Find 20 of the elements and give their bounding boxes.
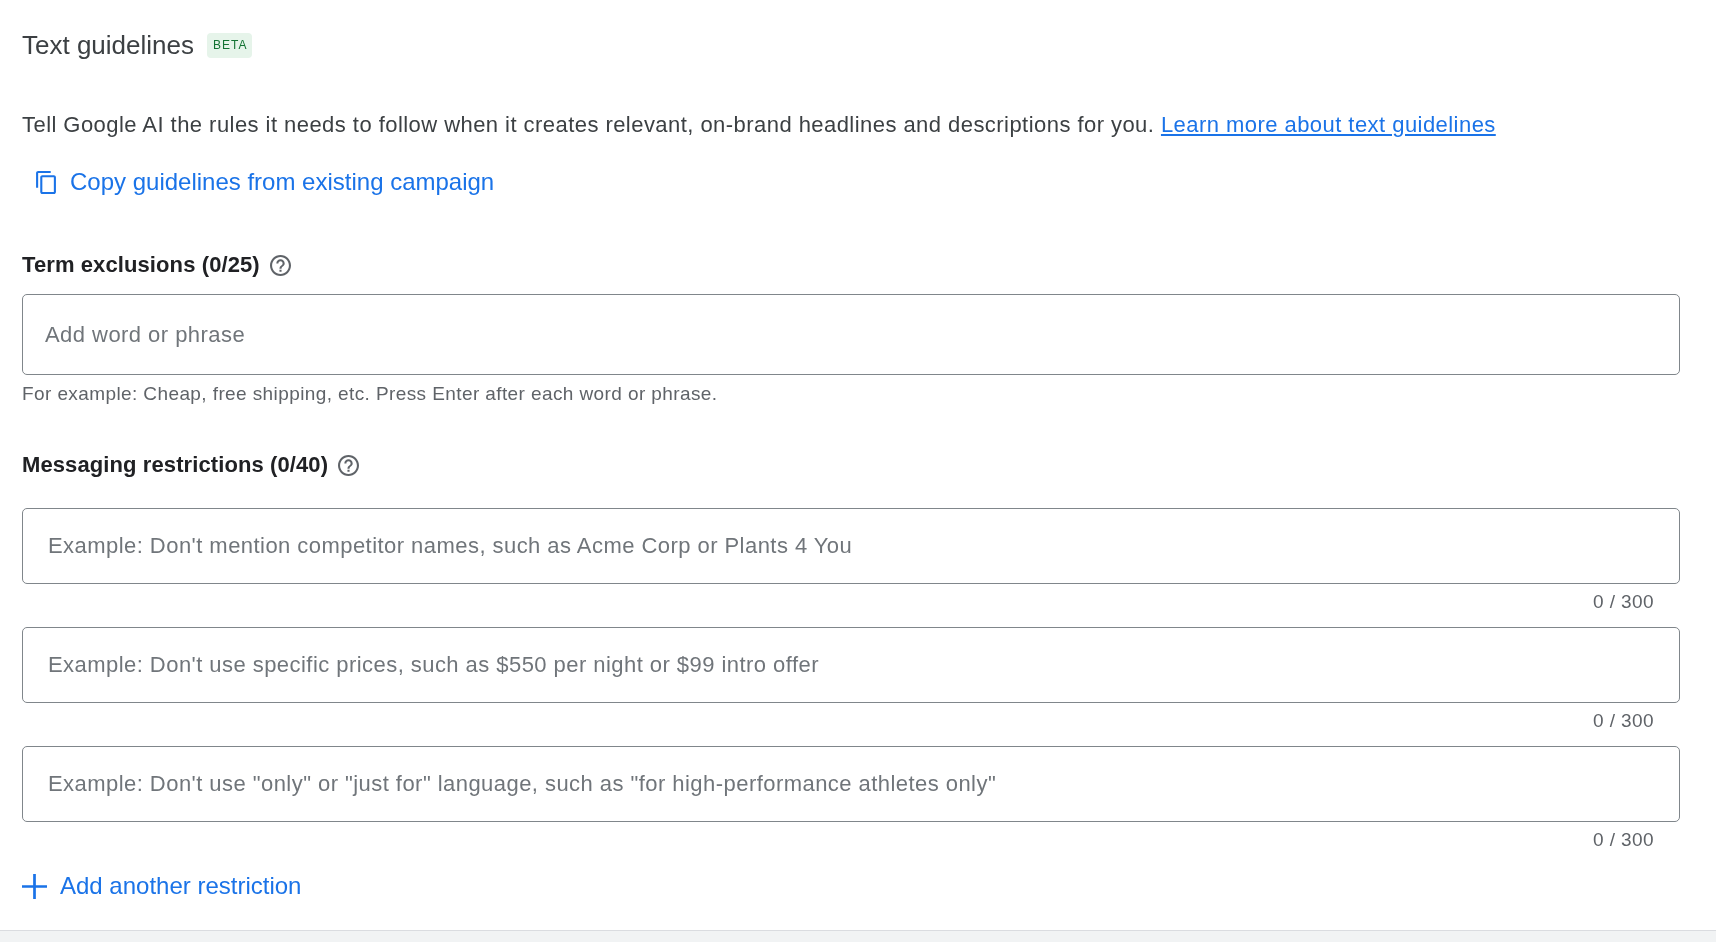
copy-guidelines-button[interactable]: Copy guidelines from existing campaign [22, 162, 495, 202]
plus-icon [22, 873, 47, 899]
messaging-restrictions-label: Messaging restrictions (0/40) [22, 451, 329, 479]
character-counter: 0 / 300 [1593, 829, 1654, 851]
restriction-input-field[interactable]: Example: Don't mention competitor names, such as Acme Corp or Plants 4 You [22, 508, 1680, 584]
character-counter: 0 / 300 [1593, 591, 1654, 613]
help-icon[interactable] [269, 254, 291, 276]
term-input-field[interactable]: Add word or phrase [22, 294, 1680, 375]
learn-more-link[interactable]: Learn more about text guidelines [1160, 112, 1496, 137]
term-exclusions-label: Term exclusions (0/25) [22, 251, 260, 279]
section-title: Text guidelines [22, 29, 194, 61]
help-icon[interactable] [338, 454, 360, 476]
description-text: Tell Google AI the rules it needs to follow when it creates relevant, on-brand headlines and descriptions for you. Learn more about text guidelines [22, 111, 1497, 139]
add-restriction-button[interactable]: Add another restriction [22, 866, 302, 906]
hint-text: For example: Cheap, free shipping, etc. Press Enter after each word or phrase. [22, 383, 719, 405]
restriction-input-field[interactable]: Example: Don't use "only" or "just for" language, such as "for high-performance athletes only" [22, 746, 1680, 822]
copy-icon [36, 170, 56, 194]
beta-badge: BETA [207, 32, 253, 58]
restriction-input-field[interactable]: Example: Don't use specific prices, such as $550 per night or $99 intro offer [22, 627, 1680, 703]
character-counter: 0 / 300 [1593, 710, 1654, 732]
